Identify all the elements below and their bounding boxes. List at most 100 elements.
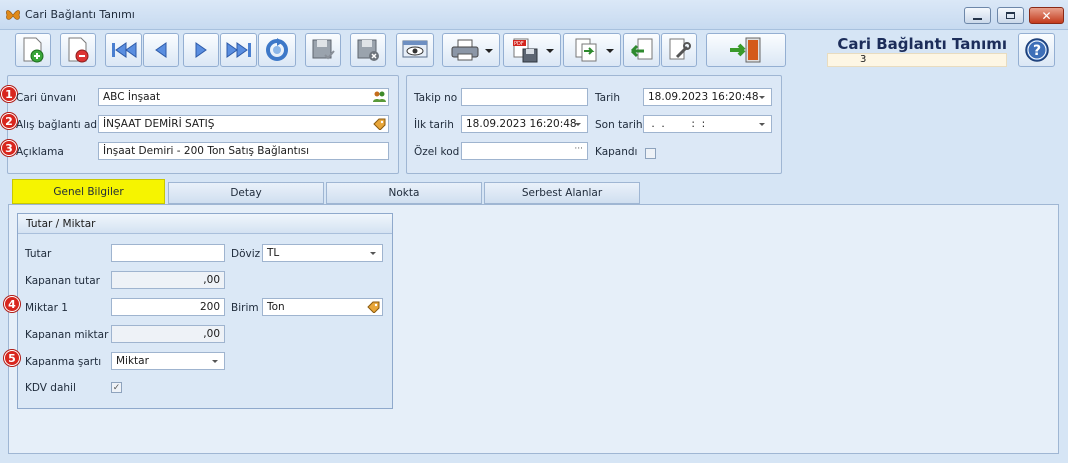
step-badge-4: 4 [4,296,20,312]
birim-label: Birim [231,302,259,314]
help-button[interactable]: ? [1018,33,1055,67]
check-icon: ✓ [112,382,121,393]
save-icon [312,39,335,60]
last-record-button[interactable] [220,33,257,67]
aciklama-label: Açıklama [16,146,64,158]
pdf-export-button[interactable]: PDF [503,33,561,67]
refresh-button[interactable] [258,33,296,67]
tag-icon[interactable] [373,118,386,130]
tarih-input[interactable]: 18.09.2023 16:20:48 [643,88,772,106]
chevron-down-icon [759,96,765,99]
kapanan-tutar-label: Kapanan tutar [25,275,100,287]
delete-button[interactable] [60,33,96,67]
preview-icon [402,40,428,58]
kdv-dahil-label: KDV dahil [25,382,76,394]
maximize-icon [1006,12,1015,19]
exit-button[interactable] [706,33,786,67]
window-title: Cari Bağlantı Tanımı [25,8,135,21]
ellipsis-button[interactable]: ··· [574,144,583,154]
chevron-down-icon [759,123,765,126]
tarih-label: Tarih [595,92,620,104]
step-badge-5: 5 [4,350,20,366]
refresh-icon [266,38,288,61]
minimize-button[interactable] [964,7,991,24]
tutar-label: Tutar [25,248,52,260]
exit-icon [730,37,761,63]
cari-label: Cari ünvanı [16,92,76,104]
export-button[interactable] [563,33,621,67]
previous-record-icon [155,42,167,58]
record-count: 3 [860,54,867,65]
ilk-tarih-label: İlk tarih [414,119,454,131]
next-record-icon [195,42,207,58]
settings-button[interactable] [661,33,697,67]
help-icon: ? [1024,38,1049,62]
butterfly-icon [6,10,20,20]
close-icon: ✕ [1041,8,1052,23]
doviz-select[interactable]: TL [262,244,383,262]
maximize-button[interactable] [997,7,1024,24]
tutar-input[interactable] [111,244,225,262]
cari-input[interactable]: ABC İnşaat [98,88,389,106]
save-button[interactable] [305,33,341,67]
preview-button[interactable] [396,33,434,67]
takip-input[interactable] [461,88,588,106]
miktar-label: Miktar 1 [25,302,68,314]
import-icon [630,38,652,60]
doviz-label: Döviz [231,248,261,260]
chevron-down-icon [575,123,581,126]
page-title: Cari Bağlantı Tanımı [837,35,1007,53]
kapanma-sarti-label: Kapanma şartı [25,356,102,368]
birim-input[interactable]: Ton [262,298,383,316]
record-count-box [827,53,1007,67]
minimize-icon [973,17,982,20]
step-badge-2: 2 [1,113,17,129]
kapanan-miktar-value: ,00 [111,325,225,343]
pdf-dropdown-caret[interactable] [546,49,554,53]
import-button[interactable] [623,33,660,67]
chevron-down-icon [370,252,376,255]
group-title: Tutar / Miktar [18,214,392,234]
next-record-button[interactable] [183,33,219,67]
delete-document-icon [68,37,89,63]
close-button[interactable]: ✕ [1029,7,1064,24]
tab-genel-bilgiler[interactable]: Genel Bilgiler [12,179,165,204]
ozel-kod-input[interactable]: ··· [461,142,588,160]
miktar-input[interactable]: 200 [111,298,225,316]
print-icon [451,39,479,61]
kapanma-sarti-select[interactable]: Miktar [111,352,225,370]
svg-text:?: ? [1032,43,1040,59]
kapandi-checkbox[interactable] [645,148,656,159]
aciklama-input[interactable]: İnşaat Demiri - 200 Ton Satış Bağlantısı [98,142,389,160]
print-button[interactable] [442,33,500,67]
export-icon [575,38,597,62]
kdv-dahil-checkbox[interactable]: ✓ [111,382,122,393]
tab-detay[interactable]: Detay [168,182,324,204]
chevron-down-icon [212,360,218,363]
ilk-tarih-input[interactable]: 18.09.2023 16:20:48 [461,115,588,133]
svg-text:PDF: PDF [514,41,524,47]
print-dropdown-caret[interactable] [485,49,493,53]
kapandi-label: Kapandı [595,146,638,158]
step-badge-3: 3 [1,140,17,156]
pdf-export-icon: PDF [513,38,538,63]
last-record-icon [226,42,251,58]
users-icon[interactable] [373,91,386,103]
cancel-save-button[interactable] [350,33,386,67]
tab-nokta[interactable]: Nokta [326,182,482,204]
alis-label: Alış bağlantı adı [16,119,100,131]
first-record-icon [111,42,136,58]
tab-serbest-alanlar[interactable]: Serbest Alanlar [484,182,640,204]
settings-icon [669,38,691,60]
kapanan-miktar-label: Kapanan miktar 1 [25,329,119,341]
son-tarih-input[interactable]: . . : : [643,115,772,133]
export-dropdown-caret[interactable] [606,49,614,53]
alis-input[interactable]: İNŞAAT DEMİRİ SATIŞ [98,115,389,133]
new-button[interactable] [15,33,51,67]
kapanan-tutar-value: ,00 [111,271,225,289]
new-document-icon [23,37,44,63]
previous-record-button[interactable] [143,33,179,67]
first-record-button[interactable] [105,33,142,67]
tag-icon[interactable] [367,301,380,313]
step-badge-1: 1 [1,86,17,102]
